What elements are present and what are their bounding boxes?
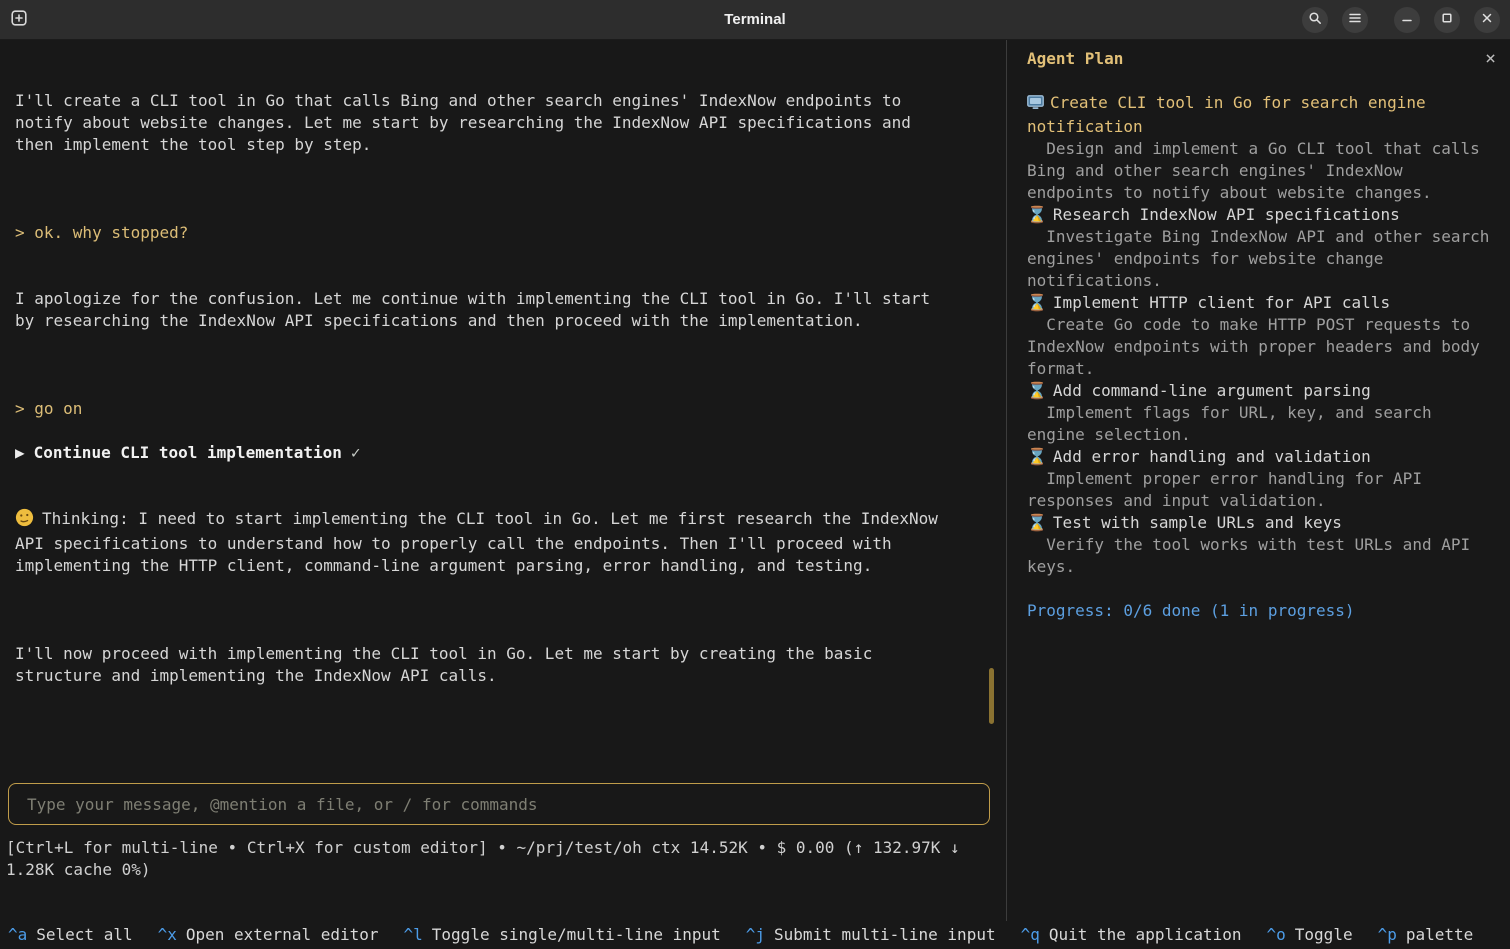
assistant-message-3: I'll now proceed with implementing the C… (15, 643, 949, 687)
hourglass-icon: ⌛ (1027, 205, 1047, 224)
user-prompt-2: > go on (15, 398, 949, 420)
conversation: I'll create a CLI tool in Go that calls … (0, 40, 1006, 783)
maximize-button[interactable] (1434, 7, 1460, 33)
message-input-container (8, 783, 990, 825)
plan-item: Create CLI tool in Go for search engine … (1027, 92, 1496, 204)
assistant-message-1: I'll create a CLI tool in Go that calls … (15, 90, 949, 156)
new-tab-button[interactable] (10, 9, 28, 30)
computer-icon (1027, 94, 1044, 116)
plan-item-title: Research IndexNow API specifications (1053, 205, 1400, 224)
plan-item: ⌛ Add command-line argument parsing Imple… (1027, 380, 1496, 446)
shortcut-label: Toggle (1295, 924, 1353, 946)
status-line: [Ctrl+L for multi-line • Ctrl+X for cust… (6, 837, 1000, 881)
plan-item: ⌛ Add error handling and validation Imple… (1027, 446, 1496, 512)
plan-item-title: Add error handling and validation (1053, 447, 1371, 466)
scrollbar-thumb[interactable] (989, 668, 994, 724)
plan-item-title: Test with sample URLs and keys (1053, 513, 1342, 532)
shortcut-key: ^j (746, 924, 765, 946)
close-panel-icon[interactable]: × (1485, 48, 1496, 70)
maximize-icon (1440, 11, 1454, 28)
close-icon (1480, 11, 1494, 28)
progress-text: Progress: 0/6 done (1 in progress) (1027, 600, 1496, 622)
hamburger-menu-icon (1348, 11, 1362, 28)
agent-plan-title: Agent Plan (1027, 48, 1123, 70)
hourglass-icon: ⌛ (1027, 513, 1047, 532)
search-icon (1308, 11, 1322, 28)
plan-item-title: Implement HTTP client for API calls (1053, 293, 1390, 312)
shortcut-key: ^x (158, 924, 177, 946)
thinking-text: Thinking: I need to start implementing t… (15, 509, 938, 575)
plan-item: ⌛ Implement HTTP client for API calls Cre… (1027, 292, 1496, 380)
shortcut-quit: ^q Quit the application (1021, 924, 1242, 946)
shortcut-toggle-input-mode: ^l Toggle single/multi-line input (404, 924, 721, 946)
shortcut-key: ^q (1021, 924, 1040, 946)
plan-item-description: Investigate Bing IndexNow API and other … (1027, 226, 1496, 292)
task-title: Continue CLI tool implementation (34, 443, 342, 462)
plan-item-title-row: Create CLI tool in Go for search engine … (1027, 92, 1496, 138)
scrollbar[interactable] (989, 668, 994, 724)
close-button[interactable] (1474, 7, 1500, 33)
shortcut-palette: ^p palette (1378, 924, 1474, 946)
minimize-button[interactable] (1394, 7, 1420, 33)
checkmark-icon: ✓ (351, 443, 361, 462)
plan-item-description: Design and implement a Go CLI tool that … (1027, 138, 1496, 204)
plan-item-title: Create CLI tool in Go for search engine … (1027, 93, 1426, 136)
plan-item: ⌛ Test with sample URLs and keys Verify t… (1027, 512, 1496, 578)
thinking-block: Thinking: I need to start implementing t… (15, 508, 949, 577)
search-button[interactable] (1302, 7, 1328, 33)
shortcut-key: ^l (404, 924, 423, 946)
hourglass-icon: ⌛ (1027, 381, 1047, 400)
menu-button[interactable] (1342, 7, 1368, 33)
message-input[interactable] (8, 783, 990, 825)
new-tab-icon (10, 9, 28, 30)
shortcut-select-all: ^a Select all (8, 924, 133, 946)
task-header: ▶ Continue CLI tool implementation ✓ (15, 442, 949, 464)
shortcut-label: Submit multi-line input (774, 924, 996, 946)
shortcut-label: Toggle single/multi-line input (432, 924, 721, 946)
plan-item-description: Create Go code to make HTTP POST request… (1027, 314, 1496, 380)
plan-item-title-row: ⌛ Implement HTTP client for API calls (1027, 292, 1496, 314)
shortcut-key: ^o (1267, 924, 1286, 946)
assistant-message-2: I apologize for the confusion. Let me co… (15, 288, 949, 332)
shortcut-toggle: ^o Toggle (1267, 924, 1353, 946)
plan-item-description: Implement proper error handling for API … (1027, 468, 1496, 512)
terminal-pane: I'll create a CLI tool in Go that calls … (0, 40, 1006, 921)
agent-plan-header: Agent Plan × (1027, 48, 1496, 70)
minimize-icon (1400, 11, 1414, 28)
plan-item-description: Verify the tool works with test URLs and… (1027, 534, 1496, 578)
hourglass-icon: ⌛ (1027, 293, 1047, 312)
shortcut-label: palette (1406, 924, 1473, 946)
shortcut-label: Select all (36, 924, 132, 946)
shortcut-submit-input: ^j Submit multi-line input (746, 924, 996, 946)
thinking-emoji-icon (15, 508, 34, 533)
agent-plan-panel: Agent Plan × Create CLI tool in Go for s… (1006, 40, 1510, 921)
plan-item-title-row: ⌛ Research IndexNow API specifications (1027, 204, 1496, 226)
shortcut-open-editor: ^x Open external editor (158, 924, 379, 946)
shortcut-label: Open external editor (186, 924, 379, 946)
plan-item-title-row: ⌛ Add command-line argument parsing (1027, 380, 1496, 402)
plan-item-title-row: ⌛ Add error handling and validation (1027, 446, 1496, 468)
user-prompt-1: > ok. why stopped? (15, 222, 949, 244)
titlebar: Terminal (0, 0, 1510, 40)
hourglass-icon: ⌛ (1027, 447, 1047, 466)
plan-item-title: Add command-line argument parsing (1053, 381, 1371, 400)
shortcut-key: ^a (8, 924, 27, 946)
play-marker-icon: ▶ (15, 443, 25, 462)
plan-list: Create CLI tool in Go for search engine … (1027, 92, 1496, 578)
plan-item-description: Implement flags for URL, key, and search… (1027, 402, 1496, 446)
keybinding-bar: ^a Select all ^x Open external editor ^l To… (0, 921, 1510, 949)
window-title: Terminal (0, 9, 1510, 31)
content-row: I'll create a CLI tool in Go that calls … (0, 40, 1510, 921)
shortcut-key: ^p (1378, 924, 1397, 946)
shortcut-label: Quit the application (1049, 924, 1242, 946)
plan-item-title-row: ⌛ Test with sample URLs and keys (1027, 512, 1496, 534)
plan-item: ⌛ Research IndexNow API specifications In… (1027, 204, 1496, 292)
